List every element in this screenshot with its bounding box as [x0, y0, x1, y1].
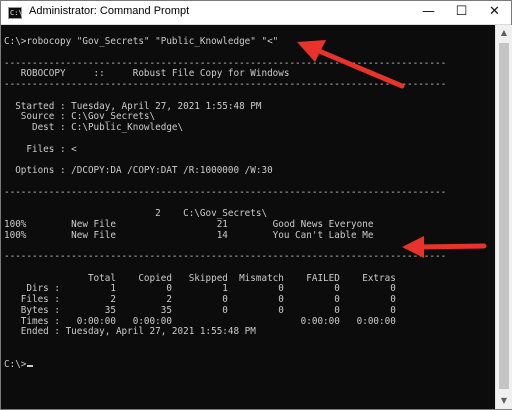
console-line: C:\>robocopy "Gov_Secrets" "Public_Knowl…	[4, 36, 279, 47]
close-button[interactable]: ✕	[478, 1, 511, 25]
console-output[interactable]: C:\>robocopy "Gov_Secrets" "Public_Knowl…	[1, 25, 495, 409]
title-bar[interactable]: C:\ Administrator: Command Prompt — ☐ ✕	[1, 1, 511, 25]
command-prompt-window: C:\ Administrator: Command Prompt — ☐ ✕ …	[0, 0, 512, 410]
console-lines: C:\>robocopy "Gov_Secrets" "Public_Knowl…	[4, 36, 447, 371]
command-prompt-icon: C:\	[8, 7, 23, 19]
text-cursor	[27, 364, 34, 367]
console-line: Bytes : 35 35 0 0 0 0	[4, 304, 396, 316]
console-line: Ended : Tuesday, April 27, 2021 1:55:48 …	[4, 326, 256, 338]
maximize-button[interactable]: ☐	[445, 1, 478, 25]
console-line: ----------------------------------------…	[4, 251, 447, 262]
console-line: C:\>	[4, 359, 446, 371]
console-line: Dest : C:\Public_Knowledge\	[4, 122, 184, 133]
scrollbar-thumb[interactable]	[499, 43, 509, 389]
minimize-button[interactable]: —	[412, 1, 445, 25]
vertical-scrollbar[interactable]: ▲ ▼	[495, 25, 512, 409]
window-title: Administrator: Command Prompt	[29, 5, 190, 17]
console-line: ----------------------------------------…	[4, 79, 447, 90]
scroll-up-arrow-icon[interactable]: ▲	[496, 25, 512, 41]
scroll-down-arrow-icon[interactable]: ▼	[496, 393, 512, 409]
console-line: ----------------------------------------…	[4, 186, 447, 198]
console-line: Files : <	[4, 143, 77, 155]
console-line: 100% New File 21 Good News Everyone	[4, 218, 374, 230]
console-line: 100% New File 14 You Can't Lable Me	[4, 229, 374, 241]
console-line: Options : /DCOPY:DA /COPY:DAT /R:1000000…	[4, 165, 273, 176]
